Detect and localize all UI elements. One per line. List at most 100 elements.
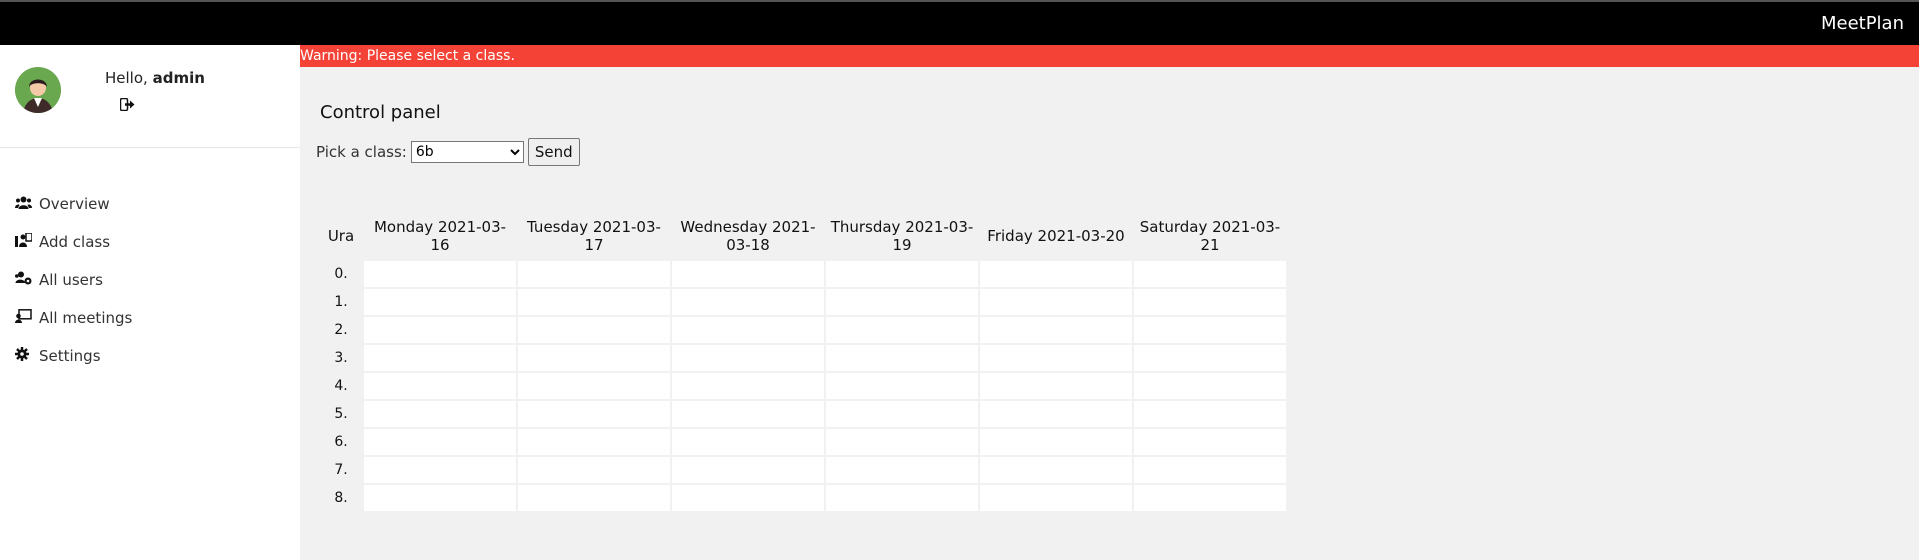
hour-label: 5. bbox=[334, 406, 348, 422]
schedule-cell[interactable] bbox=[518, 429, 670, 455]
schedule-cell[interactable] bbox=[980, 317, 1132, 343]
schedule-cell[interactable] bbox=[672, 457, 824, 483]
schedule-cell[interactable] bbox=[364, 457, 516, 483]
schedule-body: 0. 1. 2. 3. 4. 5. 6. 7. 8. bbox=[320, 261, 1286, 511]
users-cog-icon bbox=[15, 271, 39, 289]
sidebar: Hello, admin Overview Add class All user… bbox=[0, 45, 300, 560]
schedule-cell[interactable] bbox=[672, 345, 824, 371]
schedule-cell[interactable] bbox=[980, 401, 1132, 427]
schedule-row: 5. bbox=[320, 401, 1286, 427]
schedule-cell[interactable] bbox=[672, 261, 824, 287]
brand-title[interactable]: MeetPlan bbox=[1821, 13, 1904, 34]
avatar bbox=[15, 67, 61, 113]
hour-label: 6. bbox=[334, 434, 348, 450]
sidebar-item-all-users[interactable]: All users bbox=[0, 261, 300, 299]
schedule-cell[interactable] bbox=[1134, 261, 1286, 287]
schedule-cell[interactable] bbox=[364, 289, 516, 315]
schedule-cell[interactable] bbox=[364, 401, 516, 427]
schedule-cell[interactable] bbox=[1134, 289, 1286, 315]
schedule-cell[interactable] bbox=[826, 401, 978, 427]
schedule-cell[interactable] bbox=[1134, 345, 1286, 371]
schedule-cell[interactable] bbox=[518, 457, 670, 483]
sidebar-item-add-class[interactable]: Add class bbox=[0, 223, 300, 261]
schedule-cell[interactable] bbox=[518, 401, 670, 427]
day-column-header: Monday 2021-03-16 bbox=[373, 218, 507, 254]
warning-banner: Warning: Please select a class. bbox=[300, 45, 1919, 67]
schedule-cell[interactable] bbox=[980, 345, 1132, 371]
users-icon bbox=[15, 196, 39, 213]
schedule-cell[interactable] bbox=[1134, 429, 1286, 455]
schedule-header-row: Ura Monday 2021-03-16 Tuesday 2021-03-17… bbox=[320, 213, 1286, 259]
schedule-cell[interactable] bbox=[826, 317, 978, 343]
schedule-cell[interactable] bbox=[826, 345, 978, 371]
schedule-cell[interactable] bbox=[980, 457, 1132, 483]
meetings-icon bbox=[15, 309, 39, 327]
hour-label: 0. bbox=[334, 266, 348, 282]
schedule-row: 6. bbox=[320, 429, 1286, 455]
schedule-cell[interactable] bbox=[1134, 317, 1286, 343]
schedule-cell[interactable] bbox=[672, 289, 824, 315]
schedule-cell[interactable] bbox=[672, 401, 824, 427]
greeting-prefix: Hello, bbox=[105, 69, 148, 87]
schedule-row: 4. bbox=[320, 373, 1286, 399]
schedule-cell[interactable] bbox=[364, 261, 516, 287]
schedule-cell[interactable] bbox=[518, 485, 670, 511]
schedule-cell[interactable] bbox=[826, 429, 978, 455]
schedule-cell[interactable] bbox=[364, 485, 516, 511]
day-column-header: Thursday 2021-03-19 bbox=[830, 218, 974, 254]
schedule-cell[interactable] bbox=[672, 485, 824, 511]
schedule-cell[interactable] bbox=[1134, 457, 1286, 483]
sidebar-item-label: Settings bbox=[39, 347, 101, 365]
schedule-cell[interactable] bbox=[364, 429, 516, 455]
day-column-header: Friday 2021-03-20 bbox=[987, 227, 1125, 245]
schedule-cell[interactable] bbox=[980, 289, 1132, 315]
schedule-row: 2. bbox=[320, 317, 1286, 343]
schedule-cell[interactable] bbox=[518, 289, 670, 315]
sidebar-item-all-meetings[interactable]: All meetings bbox=[0, 299, 300, 337]
schedule-cell[interactable] bbox=[672, 429, 824, 455]
class-icon bbox=[15, 232, 39, 251]
schedule-cell[interactable] bbox=[980, 261, 1132, 287]
sidebar-item-settings[interactable]: Settings bbox=[0, 337, 300, 375]
hour-column-header: Ura bbox=[327, 227, 355, 245]
schedule-row: 8. bbox=[320, 485, 1286, 511]
schedule-cell[interactable] bbox=[518, 317, 670, 343]
schedule-cell[interactable] bbox=[364, 373, 516, 399]
greeting: Hello, admin bbox=[105, 69, 205, 87]
page-title: Control panel bbox=[320, 102, 441, 123]
logout-icon[interactable] bbox=[119, 97, 135, 115]
sidebar-item-label: Overview bbox=[39, 195, 110, 213]
schedule-cell[interactable] bbox=[672, 373, 824, 399]
schedule-cell[interactable] bbox=[364, 345, 516, 371]
sidebar-item-label: All users bbox=[39, 271, 103, 289]
class-select[interactable]: 6b bbox=[410, 141, 524, 163]
schedule-cell[interactable] bbox=[364, 317, 516, 343]
day-column-header: Wednesday 2021-03-18 bbox=[680, 218, 816, 254]
hour-label: 2. bbox=[334, 322, 348, 338]
hour-label: 1. bbox=[334, 294, 348, 310]
schedule-cell[interactable] bbox=[1134, 373, 1286, 399]
user-name: admin bbox=[152, 69, 205, 87]
schedule-table: Ura Monday 2021-03-16 Tuesday 2021-03-17… bbox=[318, 211, 1288, 513]
schedule-cell[interactable] bbox=[1134, 485, 1286, 511]
schedule-cell[interactable] bbox=[518, 373, 670, 399]
schedule-cell[interactable] bbox=[826, 373, 978, 399]
schedule-cell[interactable] bbox=[980, 373, 1132, 399]
sidebar-item-overview[interactable]: Overview bbox=[0, 185, 300, 223]
schedule-cell[interactable] bbox=[826, 485, 978, 511]
schedule-cell[interactable] bbox=[826, 457, 978, 483]
schedule-cell[interactable] bbox=[518, 345, 670, 371]
schedule-cell[interactable] bbox=[1134, 401, 1286, 427]
schedule-cell[interactable] bbox=[980, 429, 1132, 455]
schedule-cell[interactable] bbox=[826, 289, 978, 315]
top-bar: MeetPlan bbox=[0, 0, 1919, 45]
send-button[interactable]: Send bbox=[527, 138, 580, 166]
avatar-image bbox=[15, 67, 61, 113]
schedule-cell[interactable] bbox=[672, 317, 824, 343]
schedule-row: 3. bbox=[320, 345, 1286, 371]
schedule-cell[interactable] bbox=[980, 485, 1132, 511]
hour-label: 8. bbox=[334, 490, 348, 506]
schedule-cell[interactable] bbox=[826, 261, 978, 287]
schedule-cell[interactable] bbox=[518, 261, 670, 287]
sidebar-item-label: Add class bbox=[39, 233, 111, 251]
